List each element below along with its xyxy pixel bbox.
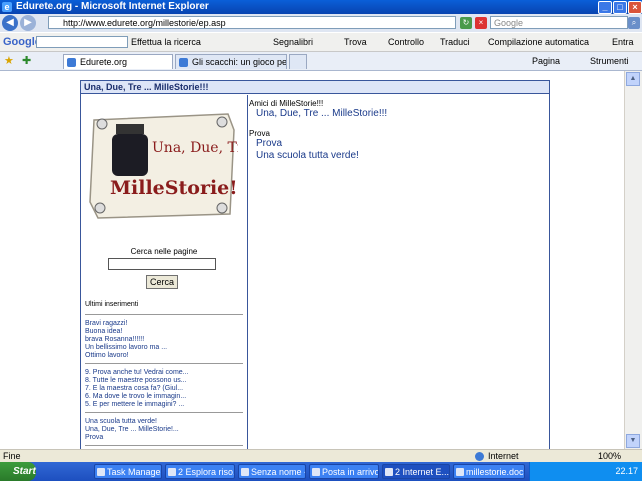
ie-icon: e — [2, 2, 12, 12]
scroll-down-icon[interactable]: ▼ — [626, 434, 640, 448]
app-icon — [312, 468, 320, 476]
task-button-active[interactable]: 2 Internet E... — [382, 464, 450, 479]
task-button[interactable]: Posta in arrivo ... — [309, 464, 379, 479]
recent-post-link[interactable]: 6. Ma dove le trovo le immagin... — [85, 393, 186, 400]
google-search-input[interactable] — [36, 36, 128, 48]
section-heading: Prova — [249, 129, 270, 138]
recent-post-link[interactable]: 9. Prova anche tu! Vedrai come... — [85, 369, 189, 376]
sign-in-button[interactable]: Entra — [612, 37, 634, 47]
address-url: http://www.edurete.org/millestorie/ep.as… — [63, 18, 226, 28]
maximize-button[interactable]: □ — [613, 1, 627, 14]
taskbar: Start Task Manager ... 2 Esplora riso...… — [0, 462, 642, 481]
add-favorite-icon[interactable]: ✚ — [22, 54, 31, 67]
stop-icon[interactable]: × — [475, 17, 487, 29]
page-icon — [67, 58, 76, 67]
translate-menu[interactable]: Traduci — [440, 37, 470, 47]
recent-post-link[interactable]: 7. E la maestra cosa fa? (Giul... — [85, 385, 183, 392]
divider — [85, 445, 243, 446]
tools-menu[interactable]: Strumenti — [590, 56, 629, 66]
favorites-star-icon[interactable]: ★ — [4, 54, 14, 67]
divider — [85, 363, 243, 364]
forward-button[interactable]: ▶ — [20, 15, 36, 31]
app-icon — [97, 468, 105, 476]
page-frame: Una, Due, Tre ... MilleStorie!!! Una, Du… — [80, 80, 550, 450]
google-search-button[interactable]: Effettua la ricerca — [131, 37, 201, 47]
section-link[interactable]: Una, Due, Tre ... MilleStorie!!! — [256, 108, 387, 119]
recent-heading: Ultimi inserimenti — [85, 301, 139, 308]
globe-icon — [475, 452, 484, 461]
recent-comment-link[interactable]: Ottimo lavoro! — [85, 352, 129, 359]
task-button[interactable]: Task Manager ... — [94, 464, 162, 479]
recent-post-link[interactable]: 8. Tutte le maestre possono us... — [85, 377, 187, 384]
system-tray: 22.17 — [529, 462, 642, 481]
page-title: Una, Due, Tre ... MilleStorie!!! — [81, 81, 549, 94]
minimize-button[interactable]: _ — [598, 1, 612, 14]
refresh-icon[interactable]: ↻ — [460, 17, 472, 29]
recent-comment-link[interactable]: brava Rosanna!!!!!! — [85, 336, 144, 343]
page-icon — [179, 58, 188, 67]
logo-line2: MilleStorie!!! — [110, 177, 238, 199]
millestorie-logo: Una, Due, Tre ... MilleStorie!!! — [89, 113, 238, 219]
logo-line1: Una, Due, Tre ... — [152, 140, 238, 156]
address-bar[interactable]: http://www.edurete.org/millestorie/ep.as… — [48, 16, 456, 29]
start-button[interactable]: Start — [0, 462, 36, 481]
site-search-input[interactable] — [108, 258, 216, 270]
recent-page-link[interactable]: Una scuola tutta verde! — [85, 418, 157, 425]
search-icon[interactable]: ⌕ — [628, 17, 640, 29]
page-content: Una, Due, Tre ... MilleStorie!!! Una, Du… — [0, 71, 642, 450]
vertical-scrollbar[interactable]: ▲ ▼ — [624, 71, 642, 449]
section-heading: Amici di MilleStorie!!! — [249, 99, 324, 108]
tab-label: Edurete.org — [80, 57, 128, 67]
window-titlebar: e Edurete.org - Microsoft Internet Explo… — [0, 0, 642, 14]
window-title: Edurete.org - Microsoft Internet Explore… — [16, 1, 209, 12]
recent-post-link[interactable]: 5. E per mettere le immagini? ... — [85, 401, 184, 408]
task-label: Senza nome - ... — [251, 467, 305, 477]
scroll-up-icon[interactable]: ▲ — [626, 72, 640, 86]
section-link[interactable]: Prova — [256, 138, 282, 149]
task-button[interactable]: millestorie.doc ... — [453, 464, 525, 479]
tab-edurete[interactable]: Edurete.org — [63, 54, 173, 69]
app-icon — [456, 468, 464, 476]
left-column: Una, Due, Tre ... MilleStorie!!! Cerca n… — [81, 95, 248, 450]
task-label: 2 Internet E... — [395, 467, 450, 477]
task-label: Posta in arrivo ... — [322, 467, 379, 477]
start-label: Start — [13, 466, 36, 477]
divider — [85, 314, 243, 315]
back-button[interactable]: ◀ — [2, 15, 18, 31]
recent-page-link[interactable]: Prova — [85, 434, 103, 441]
task-label: 2 Esplora riso... — [178, 467, 235, 477]
address-row: ◀ ▶ http://www.edurete.org/millestorie/e… — [0, 14, 642, 32]
task-label: millestorie.doc ... — [466, 467, 524, 477]
search-button[interactable]: Cerca — [146, 275, 178, 289]
check-menu[interactable]: Controllo — [388, 37, 424, 47]
section-link[interactable]: Una scuola tutta verde! — [256, 150, 359, 161]
clock[interactable]: 22.17 — [615, 462, 638, 481]
status-bar: Fine Internet 100% — [0, 449, 642, 463]
app-icon — [168, 468, 176, 476]
page-menu[interactable]: Pagina — [532, 56, 560, 66]
recent-page-link[interactable]: Una, Due, Tre ... MilleStorie!... — [85, 426, 179, 433]
live-search-input[interactable]: Google — [490, 16, 628, 29]
app-icon — [241, 468, 249, 476]
new-tab-button[interactable] — [289, 54, 307, 69]
search-label: Cerca nelle pagine — [130, 247, 198, 256]
divider — [85, 412, 243, 413]
bookmarks-menu[interactable]: Segnalibri — [273, 37, 313, 47]
task-button[interactable]: Senza nome - ... — [238, 464, 306, 479]
task-label: Task Manager ... — [107, 467, 162, 477]
find-menu[interactable]: Trova — [344, 37, 367, 47]
google-toolbar: Google Effettua la ricerca Segnalibri Tr… — [0, 33, 642, 52]
recent-comment-link[interactable]: Un bellissimo lavoro ma ... — [85, 344, 167, 351]
app-icon — [385, 468, 393, 476]
tab-label: Gli scacchi: un gioco per cres... — [192, 57, 287, 67]
recent-comment-link[interactable]: Buona idea! — [85, 328, 122, 335]
task-button[interactable]: 2 Esplora riso... — [165, 464, 235, 479]
tab-scacchi[interactable]: Gli scacchi: un gioco per cres... — [175, 54, 287, 69]
tab-bar: ★ ✚ Edurete.org Gli scacchi: un gioco pe… — [0, 52, 642, 71]
live-search-placeholder: Google — [494, 18, 524, 28]
autofill-menu[interactable]: Compilazione automatica — [488, 37, 589, 47]
recent-comment-link[interactable]: Bravi ragazzi! — [85, 320, 127, 327]
close-button[interactable]: × — [628, 1, 642, 14]
